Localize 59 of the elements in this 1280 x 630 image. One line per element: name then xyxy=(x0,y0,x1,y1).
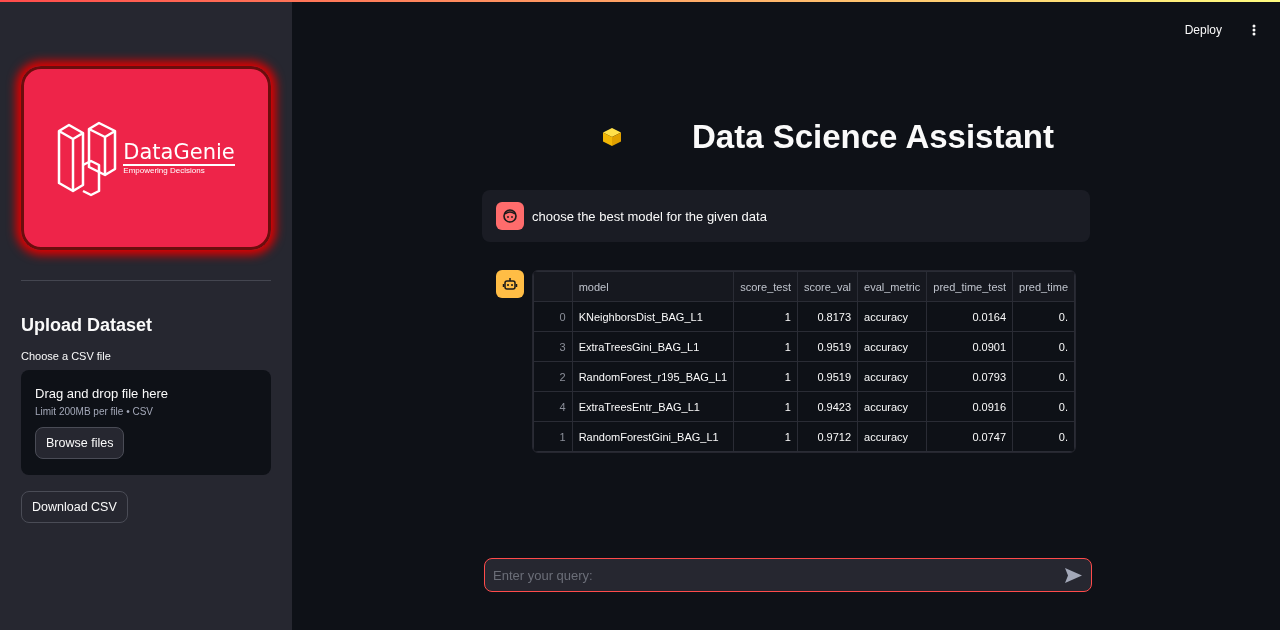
table-cell: 0.9423 xyxy=(797,391,858,422)
table-cell: accuracy xyxy=(857,301,927,332)
table-cell: 1 xyxy=(733,361,798,392)
uploader-label: Choose a CSV file xyxy=(21,350,111,362)
table-cell: RandomForest_r195_BAG_L1 xyxy=(572,361,734,392)
table-cell: 0.0916 xyxy=(926,391,1013,422)
table-cell: accuracy xyxy=(857,421,927,452)
table-cell: 0. xyxy=(1012,421,1075,452)
table-cell: 0.0793 xyxy=(926,361,1013,392)
table-cell: ExtraTreesGini_BAG_L1 xyxy=(572,331,734,362)
table-cell: 0. xyxy=(1012,361,1075,392)
sidebar-heading: Upload Dataset xyxy=(21,315,153,336)
column-header[interactable]: score_test xyxy=(733,271,798,302)
table-cell: accuracy xyxy=(857,391,927,422)
user-avatar-icon xyxy=(496,202,524,230)
logo-tagline: Empowering Decisions xyxy=(123,166,206,176)
cube-icon xyxy=(602,127,622,147)
table-cell: 0. xyxy=(1012,331,1075,362)
chat-input-field[interactable]: Enter your query: xyxy=(484,558,1092,592)
table-cell: 0.9712 xyxy=(797,421,858,452)
table-cell: 0.8173 xyxy=(797,301,858,332)
table-cell: ExtraTreesEntr_BAG_L1 xyxy=(572,391,734,422)
deploy-button[interactable]: Deploy xyxy=(1178,22,1228,38)
table-cell: 1 xyxy=(733,301,798,332)
table-cell: 0.0747 xyxy=(926,421,1013,452)
table-cell: 0.0901 xyxy=(926,331,1013,362)
table-cell: 1 xyxy=(733,331,798,362)
table-cell: 4 xyxy=(533,391,573,422)
table-cell: 3 xyxy=(533,331,573,362)
table-cell: RandomForestGini_BAG_L1 xyxy=(572,421,734,452)
page-title: Data Science Assistant xyxy=(692,118,1054,156)
table-cell: 1 xyxy=(533,421,573,452)
file-limit-text: Limit 200MB per file • CSV xyxy=(35,406,153,417)
column-header[interactable]: eval_metric xyxy=(857,271,927,302)
table-cell: 0.9519 xyxy=(797,331,858,362)
table-cell: 0.9519 xyxy=(797,361,858,392)
table-cell: 1 xyxy=(733,391,798,422)
table-cell: KNeighborsDist_BAG_L1 xyxy=(572,301,734,332)
table-cell: accuracy xyxy=(857,331,927,362)
table-cell: 0. xyxy=(1012,301,1075,332)
column-header[interactable]: model xyxy=(572,271,734,302)
column-header[interactable]: score_val xyxy=(797,271,858,302)
message-text: choose the best model for the given data xyxy=(532,208,767,224)
menu-icon[interactable] xyxy=(1252,24,1256,36)
robot-avatar-icon xyxy=(496,270,524,298)
column-header[interactable]: pred_time_test xyxy=(926,271,1013,302)
file-dropzone[interactable]: Drag and drop file here Limit 200MB per file • CSV Browse files xyxy=(21,370,271,475)
send-icon[interactable] xyxy=(1065,568,1082,583)
dropzone-text: Drag and drop file here xyxy=(35,386,168,401)
logo-name: DataGenie xyxy=(123,140,235,167)
table-cell: 2 xyxy=(533,361,573,392)
table-cell: accuracy xyxy=(857,361,927,392)
column-header[interactable]: pred_time xyxy=(1012,271,1075,302)
table-cell: 1 xyxy=(733,421,798,452)
browse-files-button[interactable]: Browse files xyxy=(35,427,125,459)
download-button[interactable]: Download CSV xyxy=(21,491,128,523)
table-cell: 0 xyxy=(533,301,573,332)
table-cell: 0. xyxy=(1012,391,1075,422)
table-cell: 0.0164 xyxy=(926,301,1013,332)
